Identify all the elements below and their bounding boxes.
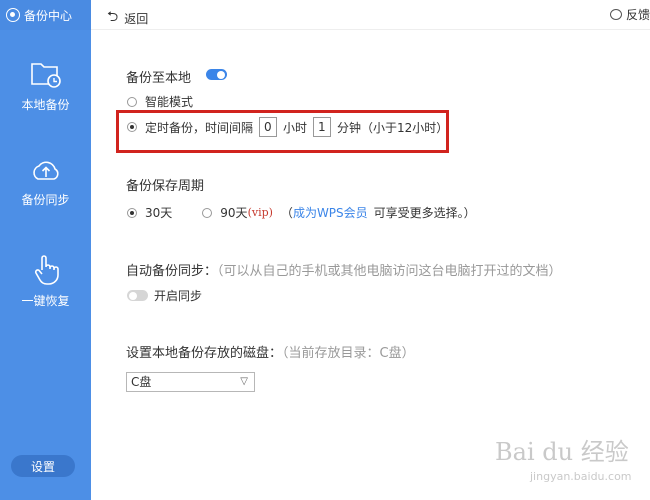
sidebar-title: 备份中心 (24, 8, 73, 23)
watermark: Bai du 经验 (495, 438, 629, 466)
become-member-link[interactable]: 成为WPS会员 (293, 204, 368, 221)
smart-mode-radio[interactable] (127, 96, 137, 107)
retention-30-label: 30天 (145, 206, 173, 220)
retention-30-radio[interactable] (127, 207, 137, 218)
retention-options: 30天 90天 (vip) （ 成为WPS会员 可享受更多选择。） (127, 204, 476, 221)
retention-title: 备份保存周期 (126, 179, 205, 194)
sidebar-item-label: 备份同步 (21, 193, 70, 207)
auto-sync-title-text: 自动备份同步： (126, 264, 218, 279)
hand-tap-icon (34, 255, 59, 285)
sidebar-item-local-backup[interactable]: 本地备份 (0, 60, 91, 113)
smart-mode-option[interactable]: 智能模式 (127, 93, 193, 110)
sidebar-header: 备份中心 (0, 0, 91, 30)
auto-sync-hint: （可以从自己的手机或其他电脑访问这台电脑打开过的文档） (217, 264, 562, 279)
retention-note: 可享受更多选择。） (373, 206, 476, 220)
back-label: 返回 (124, 11, 149, 26)
disk-hint: （当前存放目录：C盘） (282, 346, 415, 361)
watermark-url: jingyan.baidu.com (530, 470, 632, 483)
disk-title-text: 设置本地备份存放的磁盘： (126, 346, 283, 361)
settings-button[interactable]: 设置 (11, 455, 75, 477)
retention-90-radio[interactable] (202, 207, 213, 218)
smart-mode-label: 智能模式 (145, 95, 194, 109)
sidebar: 备份中心 本地备份 备份同步 一键恢复 设置 (0, 0, 91, 500)
sidebar-item-one-click-restore[interactable]: 一键恢复 (0, 252, 91, 309)
sidebar-item-label: 本地备份 (21, 98, 70, 112)
toggle-knob (217, 70, 225, 79)
vip-tag: (vip) (247, 206, 273, 219)
feedback-button[interactable]: 反馈 (609, 6, 650, 23)
chat-bubble-icon (609, 9, 622, 20)
toggle-knob (129, 291, 137, 300)
disk-title: 设置本地备份存放的磁盘：（当前存放目录：C盘） (126, 342, 415, 361)
feedback-label: 反馈 (625, 8, 650, 22)
sync-toggle-label: 开启同步 (154, 289, 203, 303)
auto-sync-title: 自动备份同步：（可以从自己的手机或其他电脑访问这台电脑打开过的文档） (126, 260, 562, 279)
highlight-box (116, 110, 449, 153)
local-backup-title: 备份至本地 (126, 71, 192, 86)
local-backup-toggle[interactable] (206, 69, 227, 80)
chevron-down-icon: ▽ (240, 376, 248, 387)
sidebar-item-label: 一键恢复 (21, 294, 70, 308)
backup-center-logo-icon (6, 8, 20, 22)
sync-toggle-row[interactable]: 开启同步 (127, 287, 202, 304)
retention-90-label: 90天 (220, 206, 248, 220)
back-arrow-icon: ⮌ (107, 9, 119, 25)
sidebar-item-backup-sync[interactable]: 备份同步 (0, 155, 91, 208)
sync-toggle[interactable] (127, 290, 148, 301)
back-button[interactable]: ⮌ 返回 (107, 6, 148, 30)
retention-note-open: （ (280, 206, 293, 220)
folder-clock-icon (30, 63, 61, 88)
top-bar: ⮌ 返回 反馈 (91, 0, 650, 30)
disk-select[interactable]: C盘 ▽ (126, 372, 255, 392)
disk-select-value: C盘 (131, 375, 152, 389)
cloud-upload-icon (32, 161, 59, 180)
